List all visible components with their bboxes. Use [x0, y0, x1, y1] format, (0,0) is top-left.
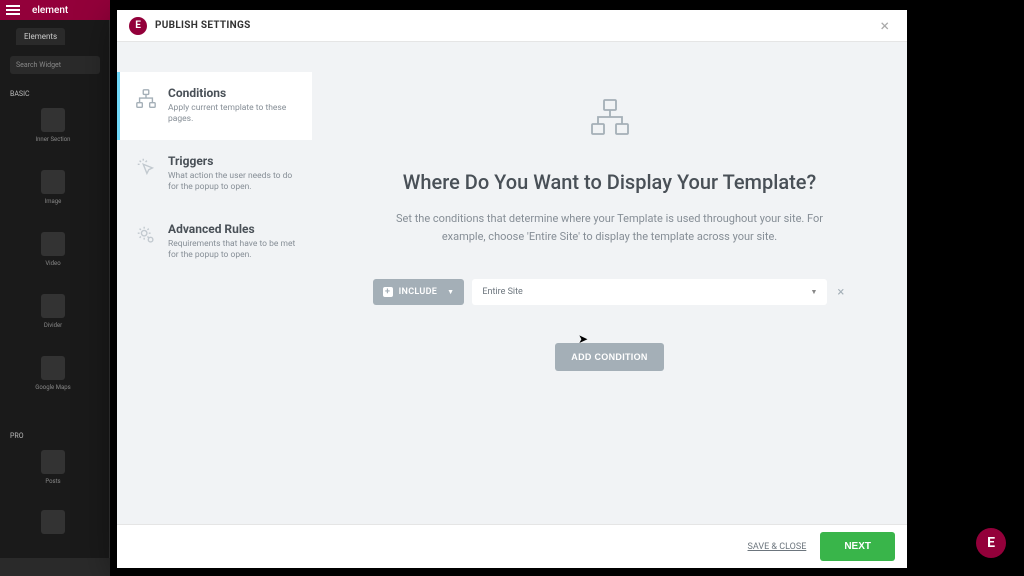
hamburger-icon[interactable]: [6, 5, 20, 15]
sidebar-item-triggers[interactable]: Triggers What action the user needs to d…: [117, 140, 312, 208]
remove-condition-icon[interactable]: ×: [835, 283, 846, 302]
editor-topbar: element: [0, 0, 110, 20]
sidebar-item-desc: What action the user needs to do for the…: [168, 171, 300, 194]
widget-item[interactable]: Google Maps: [28, 356, 78, 391]
sidebar-item-conditions[interactable]: Conditions Apply current template to the…: [117, 72, 312, 140]
add-condition-button[interactable]: ADD CONDITION: [555, 343, 663, 371]
modal-footer: SAVE & CLOSE NEXT: [117, 524, 907, 568]
widget-item[interactable]: [28, 510, 78, 538]
widget-item[interactable]: Image: [28, 170, 78, 205]
modal-title: PUBLISH SETTINGS: [155, 20, 251, 31]
chevron-down-icon: ▼: [810, 288, 817, 296]
search-input[interactable]: Search Widget: [10, 56, 100, 74]
main-title: Where Do You Want to Display Your Templa…: [403, 170, 816, 194]
sidebar-item-desc: Requirements that have to be met for the…: [168, 239, 300, 262]
section-label-pro: PRO: [10, 432, 24, 440]
include-toggle[interactable]: + INCLUDE ▼: [373, 279, 465, 305]
modal-header: E PUBLISH SETTINGS ×: [117, 10, 907, 42]
chevron-down-icon: ▼: [447, 288, 454, 296]
hero-sitemap-icon: [588, 98, 632, 142]
condition-row: + INCLUDE ▼ Entire Site ▼ ×: [373, 279, 847, 305]
plus-icon: +: [383, 287, 393, 297]
modal-sidebar: Conditions Apply current template to the…: [117, 42, 312, 524]
editor-footer: [0, 558, 110, 576]
widget-item[interactable]: Inner Section: [28, 108, 78, 143]
close-icon[interactable]: ×: [874, 14, 895, 37]
gear-icon: [134, 224, 158, 248]
modal-body: Conditions Apply current template to the…: [117, 42, 907, 524]
sidebar-item-label: Advanced Rules: [168, 222, 300, 236]
panel-tab[interactable]: Elements: [16, 28, 65, 45]
widget-item[interactable]: Posts: [28, 450, 78, 485]
section-label-basic: BASIC: [10, 90, 30, 98]
brand-label: element: [32, 5, 68, 16]
publish-settings-modal: E PUBLISH SETTINGS × Conditions Apply cu…: [117, 10, 907, 568]
main-description: Set the conditions that determine where …: [390, 210, 830, 245]
elementor-logo-icon: E: [129, 17, 147, 35]
editor-panel: element Elements Search Widget BASIC Inn…: [0, 0, 110, 576]
modal-main: Where Do You Want to Display Your Templa…: [312, 42, 907, 524]
sitemap-icon: [134, 88, 158, 112]
widget-item[interactable]: Video: [28, 232, 78, 267]
sidebar-item-advanced-rules[interactable]: Advanced Rules Requirements that have to…: [117, 208, 312, 276]
fab-button[interactable]: E: [976, 528, 1006, 558]
click-icon: [134, 156, 158, 180]
sidebar-item-label: Triggers: [168, 154, 300, 168]
save-close-link[interactable]: SAVE & CLOSE: [748, 542, 807, 552]
widget-item[interactable]: Divider: [28, 294, 78, 329]
next-button[interactable]: NEXT: [820, 532, 895, 561]
scope-select[interactable]: Entire Site ▼: [472, 279, 827, 305]
sidebar-item-label: Conditions: [168, 86, 300, 100]
sidebar-item-desc: Apply current template to these pages.: [168, 103, 300, 126]
